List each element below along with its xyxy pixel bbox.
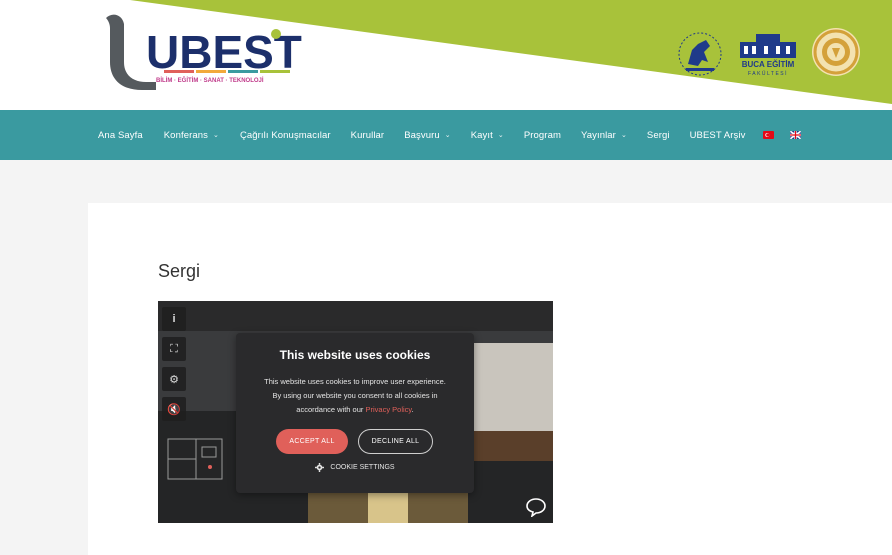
nav-label: Sergi	[646, 129, 670, 141]
floor-plan-minimap[interactable]	[166, 437, 224, 481]
cookie-settings-link[interactable]: COOKIE SETTINGS	[236, 463, 474, 472]
nav-konferans[interactable]: Konferans ⌄	[164, 130, 219, 141]
ubest-logo-mark: UBEST BİLİM · EĞİTİM · SANAT · TEKNOLOJİ	[106, 14, 302, 90]
nav-label: Kayıt	[470, 129, 493, 141]
nav-program[interactable]: Program	[524, 130, 561, 141]
nav-label: Başvuru	[404, 129, 440, 141]
virtual-tour-viewer[interactable]: i ⛶ ⚙ 🔇 This website uses cookies This w…	[158, 301, 553, 523]
lang-en[interactable]	[790, 131, 802, 139]
lang-tr[interactable]	[763, 131, 775, 139]
logo-tagline: BİLİM · EĞİTİM · SANAT · TEKNOLOJİ	[156, 76, 264, 84]
nav-basvuru[interactable]: Başvuru ⌄	[404, 130, 451, 141]
cookie-text-line: By using our website you consent to all …	[272, 391, 438, 400]
chevron-down-icon: ⌄	[444, 132, 451, 139]
cookie-title: This website uses cookies	[279, 348, 431, 362]
fullscreen-icon: ⛶	[170, 342, 178, 355]
ubest-logo[interactable]: UBEST BİLİM · EĞİTİM · SANAT · TEKNOLOJİ	[98, 10, 308, 92]
chat-bubble-icon[interactable]	[525, 497, 547, 517]
fullscreen-button[interactable]: ⛶	[162, 337, 186, 361]
nav-label: Çağrılı Konuşmacılar	[239, 129, 331, 141]
nav-items: Ana Sayfa Konferans ⌄ Çağrılı Konuşmacıla…	[98, 110, 802, 160]
cookie-consent-dialog: This website uses cookies This website u…	[236, 333, 474, 493]
gear-icon: ⚙	[169, 373, 179, 386]
info-icon: i	[172, 313, 176, 325]
chevron-down-icon: ⌄	[620, 132, 627, 139]
nav-ubest-arsiv[interactable]: UBEST Arşiv	[690, 130, 746, 141]
site-header: UBEST BİLİM · EĞİTİM · SANAT · TEKNOLOJİ	[0, 0, 892, 110]
nav-label: Yayınlar	[580, 129, 616, 141]
university-horse-emblem	[678, 32, 722, 76]
partner-logos: BUCA EĞİTİM FAKÜLTESİ	[678, 22, 863, 84]
nav-label: Kurullar	[350, 129, 385, 141]
nav-ana-sayfa[interactable]: Ana Sayfa	[98, 130, 143, 141]
nav-sergi[interactable]: Sergi	[647, 130, 670, 141]
accept-all-button[interactable]: ACCEPT ALL	[276, 429, 348, 454]
nav-label: Konferans	[163, 129, 208, 141]
nav-kayit[interactable]: Kayıt ⌄	[471, 130, 504, 141]
buca-egitim-logo: BUCA EĞİTİM FAKÜLTESİ	[740, 34, 796, 77]
mute-button[interactable]: 🔇	[162, 397, 186, 421]
nav-kurullar[interactable]: Kurullar	[351, 130, 385, 141]
chevron-down-icon: ⌄	[212, 132, 219, 139]
chevron-down-icon: ⌄	[497, 132, 504, 139]
cookie-settings-label: COOKIE SETTINGS	[330, 464, 395, 471]
uk-flag-icon	[790, 131, 802, 139]
speaker-mute-icon: 🔇	[167, 403, 181, 416]
privacy-policy-link[interactable]: Privacy Policy	[365, 405, 411, 414]
cookie-text-fragment: accordance with our	[296, 405, 366, 414]
cookie-text-line: This website uses cookies to improve use…	[264, 377, 446, 386]
cookie-text: This website uses cookies to improve use…	[246, 375, 464, 417]
nav-label: Ana Sayfa	[98, 129, 143, 141]
nav-label: Program	[523, 129, 561, 141]
gold-seal-logo	[812, 28, 860, 76]
main-navigation: Ana Sayfa Konferans ⌄ Çağrılı Konuşmacıla…	[0, 110, 892, 160]
faculty-sub: FAKÜLTESİ	[748, 70, 788, 77]
faculty-name: BUCA EĞİTİM	[742, 60, 795, 69]
content-card: Sergi i ⛶ ⚙ 🔇 This website uses cookies …	[88, 203, 892, 555]
page-title: Sergi	[158, 261, 201, 281]
tr-flag-icon	[763, 131, 775, 139]
decline-all-button[interactable]: DECLINE ALL	[358, 429, 433, 454]
cookie-text-line: accordance with our Privacy Policy.	[246, 403, 464, 417]
gear-icon	[315, 463, 325, 472]
nav-cagrili-konusmacilar[interactable]: Çağrılı Konuşmacılar	[240, 130, 331, 141]
nav-label: UBEST Arşiv	[689, 129, 746, 141]
info-button[interactable]: i	[162, 307, 186, 331]
nav-yayinlar[interactable]: Yayınlar ⌄	[581, 130, 627, 141]
cookie-text-fragment: .	[411, 405, 414, 414]
settings-button[interactable]: ⚙	[162, 367, 186, 391]
